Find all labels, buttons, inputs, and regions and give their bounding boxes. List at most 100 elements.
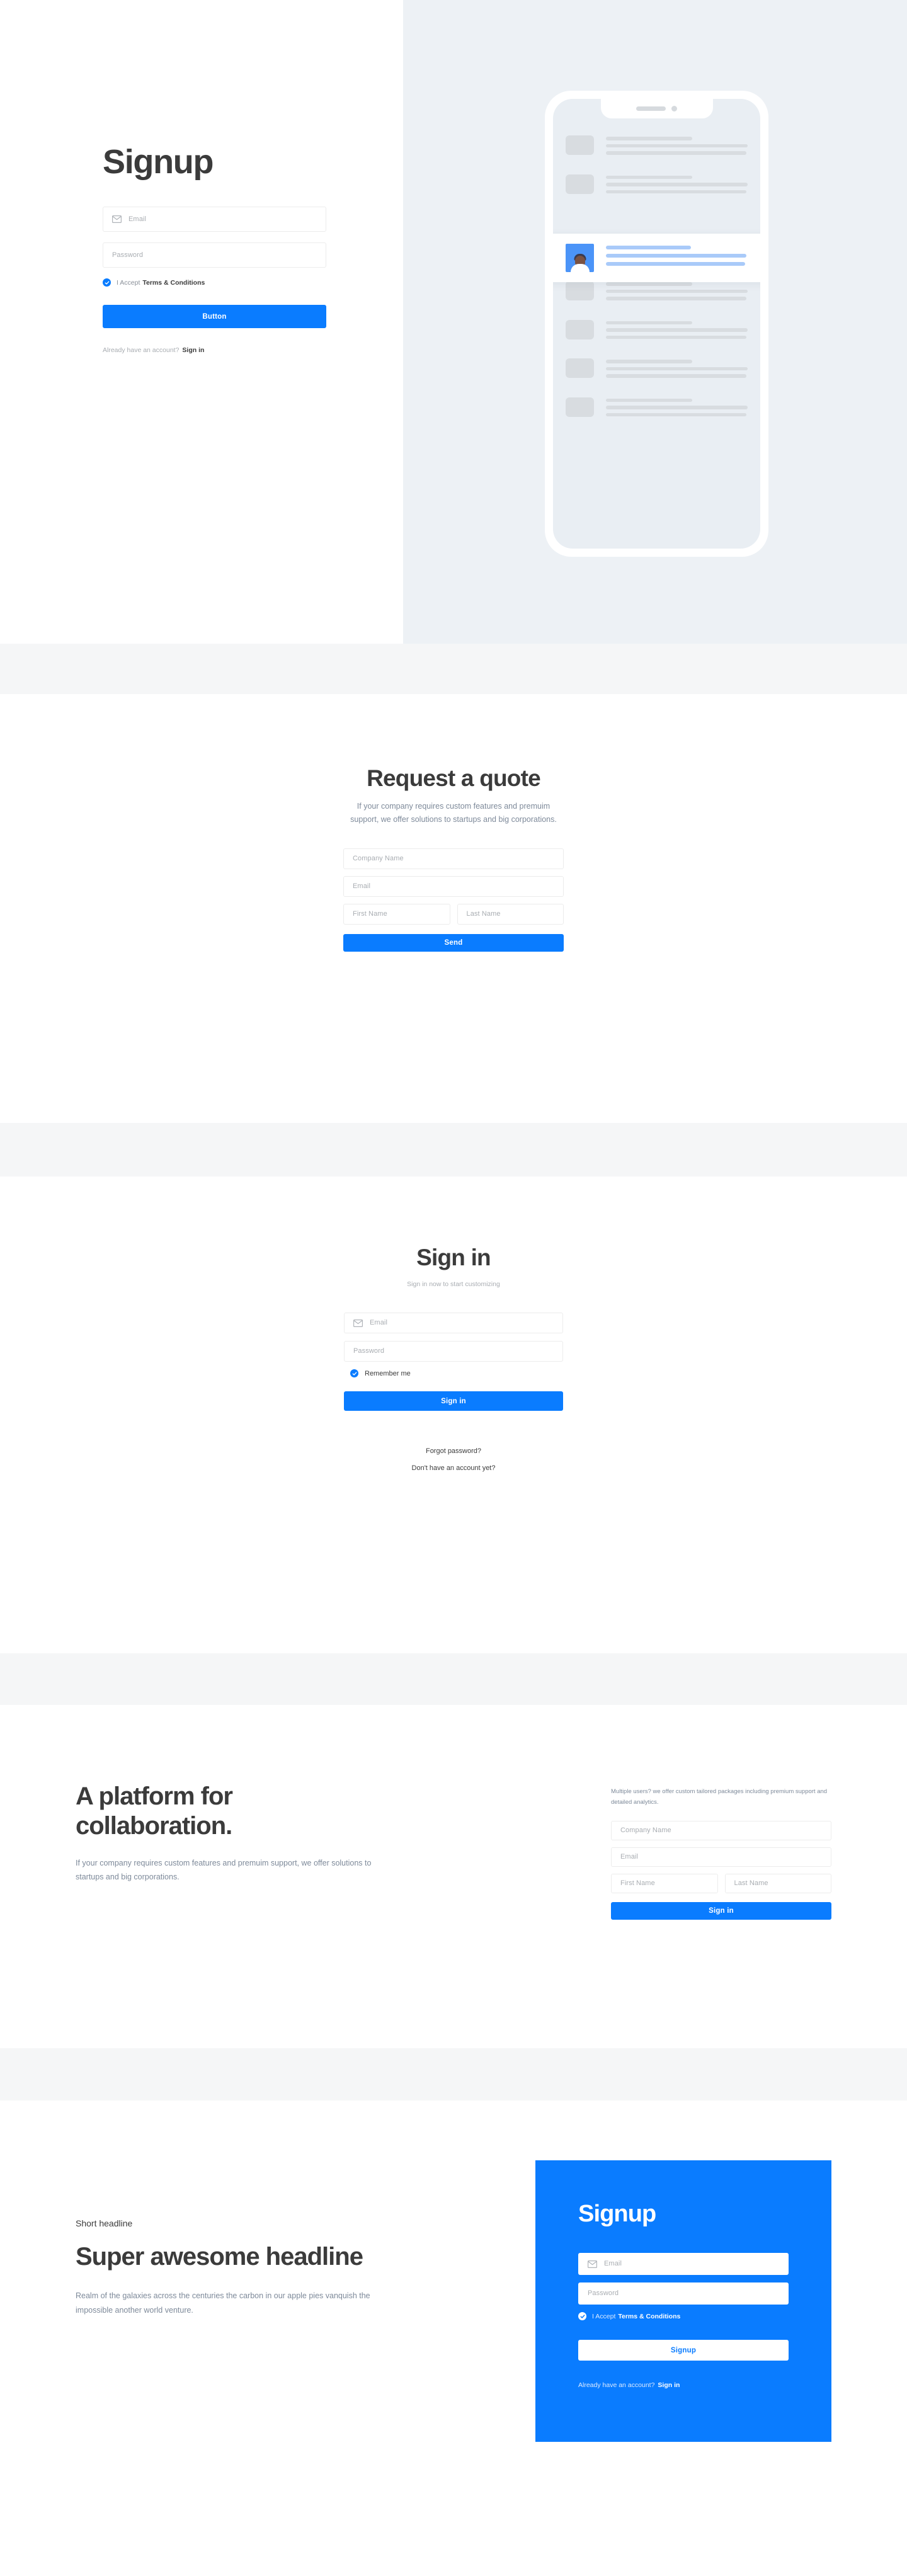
last-name-placeholder: Last Name <box>466 910 501 918</box>
form-note: Multiple users? we offer custom tailored… <box>611 1788 828 1806</box>
accept-prefix-label: I Accept <box>592 2312 616 2320</box>
phone-mockup <box>545 91 768 557</box>
email-field[interactable]: Email <box>578 2253 789 2275</box>
remember-me-label: Remember me <box>365 1369 411 1377</box>
terms-link[interactable]: Terms & Conditions <box>142 279 205 287</box>
avatar <box>566 244 594 272</box>
section-divider <box>0 644 907 694</box>
section-subtitle: Sign in now to start customizing <box>407 1280 500 1288</box>
check-icon <box>350 1369 358 1377</box>
section-divider <box>0 2048 907 2100</box>
signup-hero-right-panel <box>403 0 907 644</box>
signin-submit-button[interactable]: Sign in <box>611 1902 831 1920</box>
remember-me-checkbox[interactable]: Remember me <box>344 1369 563 1377</box>
text-placeholder <box>606 174 748 198</box>
last-name-field[interactable]: Last Name <box>724 1874 831 1894</box>
forgot-password-link[interactable]: Forgot password? <box>344 1447 563 1455</box>
company-name-placeholder: Company Name <box>620 1827 671 1835</box>
highlighted-list-item[interactable] <box>553 234 760 282</box>
platform-form: Multiple users? we offer custom tailored… <box>611 1782 831 1920</box>
thumbnail-placeholder <box>566 174 594 194</box>
platform-section: A platform for collaboration. If your co… <box>0 1705 907 2048</box>
signin-prompt: Already have an account? Sign in <box>578 2381 789 2389</box>
text-placeholder <box>606 358 748 382</box>
signin-form: Email Password Remember me Sign in <box>344 1313 563 1411</box>
text-placeholder <box>606 281 748 304</box>
signin-link[interactable]: Sign in <box>658 2381 680 2389</box>
section-divider <box>0 1123 907 1177</box>
first-name-placeholder: First Name <box>620 1879 655 1888</box>
list-item <box>553 135 760 159</box>
section-body: If your company requires custom features… <box>76 1858 372 1882</box>
speaker-icon <box>636 106 666 111</box>
first-name-field[interactable]: First Name <box>611 1874 718 1894</box>
card-title: Signup <box>578 2201 656 2227</box>
mail-icon <box>353 1319 363 1327</box>
terms-link[interactable]: Terms & Conditions <box>618 2313 680 2320</box>
email-field[interactable]: Email <box>344 1313 563 1333</box>
list-item <box>553 397 760 421</box>
signin-links: Forgot password? Don't have an account y… <box>344 1447 563 1472</box>
company-name-field[interactable]: Company Name <box>343 848 564 870</box>
phone-notch <box>600 99 713 118</box>
signin-prompt-label: Already have an account? <box>578 2381 655 2389</box>
create-account-link[interactable]: Don't have an account yet? <box>344 1464 563 1472</box>
section-body: Realm of the galaxies across the centuri… <box>76 2291 370 2315</box>
thumbnail-placeholder <box>566 397 594 417</box>
password-placeholder: Password <box>353 1347 385 1355</box>
email-placeholder: Email <box>604 2260 622 2267</box>
thumbnail-placeholder <box>566 281 594 300</box>
signup-hero-left-panel: Signup Email Password I Accept Terms & C… <box>0 0 403 644</box>
thumbnail-placeholder <box>566 135 594 155</box>
accept-terms-checkbox[interactable]: I Accept Terms & Conditions <box>103 278 326 287</box>
signin-section: Sign in Sign in now to start customizing… <box>0 1177 907 1653</box>
send-button[interactable]: Send <box>343 934 564 952</box>
signup-submit-button[interactable]: Signup <box>578 2340 789 2361</box>
section-title: Super awesome headline <box>76 2243 363 2271</box>
quote-form: Company Name Email First Name Last Name … <box>343 848 564 952</box>
check-icon <box>103 278 111 287</box>
password-placeholder: Password <box>112 251 144 259</box>
check-icon <box>578 2312 586 2320</box>
mail-icon <box>588 2260 597 2268</box>
signin-prompt: Already have an account? Sign in <box>103 346 326 354</box>
thumbnail-placeholder <box>566 358 594 378</box>
signin-prompt-label: Already have an account? <box>103 346 180 354</box>
list-item <box>553 281 760 304</box>
email-field[interactable]: Email <box>103 207 326 232</box>
password-field[interactable]: Password <box>344 1341 563 1362</box>
signup-card: Signup Email Password I Accept Terms & C… <box>535 2160 831 2442</box>
accept-terms-checkbox[interactable]: I Accept Terms & Conditions <box>578 2312 789 2320</box>
list-item <box>553 319 760 343</box>
signup-hero-section: Signup Email Password I Accept Terms & C… <box>0 0 907 644</box>
text-placeholder <box>606 244 748 270</box>
section-title: Request a quote <box>367 765 541 791</box>
first-name-placeholder: First Name <box>353 910 387 918</box>
first-name-field[interactable]: First Name <box>343 904 450 925</box>
signup-form: Signup Email Password I Accept Terms & C… <box>103 145 326 354</box>
text-placeholder <box>606 397 748 421</box>
password-field[interactable]: Password <box>578 2282 789 2305</box>
email-placeholder: Email <box>128 215 147 223</box>
email-field[interactable]: Email <box>343 876 564 898</box>
text-placeholder <box>606 135 748 159</box>
list-item <box>553 358 760 382</box>
last-name-field[interactable]: Last Name <box>457 904 564 925</box>
landing-page: Signup Email Password I Accept Terms & C… <box>0 0 907 2576</box>
signin-link[interactable]: Sign in <box>182 346 204 354</box>
section-divider <box>0 1653 907 1705</box>
signin-submit-button[interactable]: Sign in <box>344 1391 563 1411</box>
last-name-placeholder: Last Name <box>734 1879 768 1888</box>
email-field[interactable]: Email <box>611 1847 831 1867</box>
email-placeholder: Email <box>353 882 371 891</box>
signup-submit-button[interactable]: Button <box>103 305 326 328</box>
mail-icon <box>112 215 122 223</box>
kicker-label: Short headline <box>76 2218 133 2228</box>
page-title: Signup <box>103 143 214 181</box>
company-name-field[interactable]: Company Name <box>611 1821 831 1841</box>
password-field[interactable]: Password <box>103 242 326 268</box>
email-placeholder: Email <box>370 1319 388 1326</box>
camera-icon <box>671 106 677 111</box>
headline-signup-section: Short headline Super awesome headline Re… <box>0 2100 907 2576</box>
accept-prefix-label: I Accept <box>117 278 140 287</box>
